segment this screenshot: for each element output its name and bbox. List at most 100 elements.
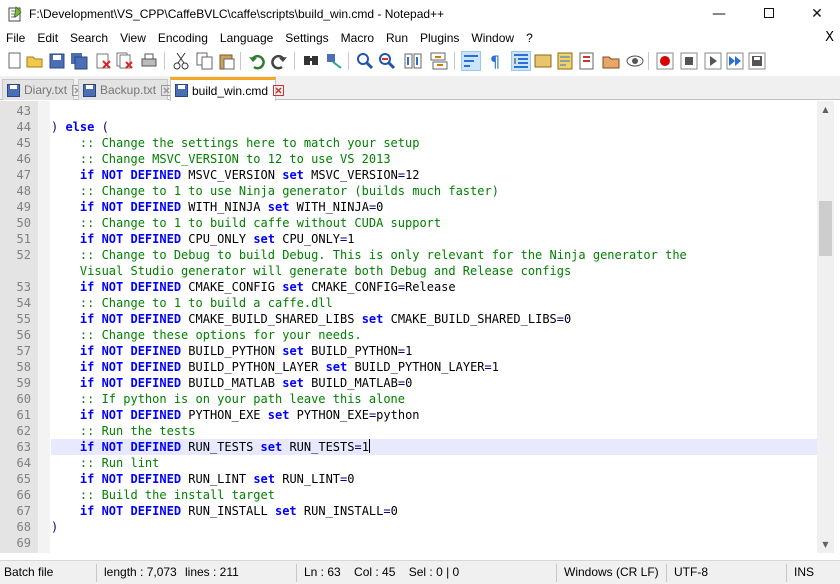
code-line[interactable]: if NOT DEFINED CMAKE_BUILD_SHARED_LIBS s… [51, 311, 571, 327]
code-line[interactable]: :: Change MSVC_VERSION to 12 to use VS 2… [51, 151, 391, 167]
code-line[interactable]: if NOT DEFINED CMAKE_CONFIG set CMAKE_CO… [51, 279, 456, 295]
line-number: 48 [16, 184, 31, 198]
code-line[interactable]: if NOT DEFINED CPU_ONLY set CPU_ONLY=1 [51, 231, 355, 247]
code-line[interactable]: :: Run the tests [51, 423, 196, 439]
find-icon[interactable] [302, 52, 320, 70]
menu-view[interactable]: View [114, 28, 152, 48]
menu-macro[interactable]: Macro [335, 28, 380, 48]
replace-icon[interactable] [325, 52, 343, 70]
text-token: 0 [405, 376, 413, 390]
tab-close-icon[interactable] [273, 85, 285, 96]
monitoring-icon[interactable] [626, 52, 644, 70]
close-icon[interactable] [94, 52, 112, 70]
code-line[interactable]: ) else ( [51, 119, 109, 135]
show-all-characters-icon[interactable]: ¶ [486, 52, 504, 70]
open-file-icon[interactable] [26, 52, 44, 70]
folder-workspace-icon[interactable] [602, 52, 620, 70]
play-macro-multiple-icon[interactable] [726, 52, 744, 70]
menu-window[interactable]: Window [465, 28, 520, 48]
line-number: 49 [16, 200, 31, 214]
save-icon[interactable] [48, 52, 66, 70]
status-encoding[interactable]: UTF-8 [670, 561, 708, 584]
fold-margin[interactable] [38, 101, 50, 553]
tab-diary-txt[interactable]: Diary.txt [2, 79, 84, 100]
save-macro-icon[interactable] [748, 52, 766, 70]
redo-icon[interactable] [270, 52, 288, 70]
toolbar: ¶ [0, 48, 840, 74]
code-line[interactable]: ) [51, 519, 58, 535]
text-token: MSVC_VERSION [303, 168, 398, 182]
code-line[interactable]: if NOT DEFINED BUILD_PYTHON_LAYER set BU… [51, 359, 499, 375]
code-line[interactable]: if NOT DEFINED WITH_NINJA set WITH_NINJA… [51, 199, 384, 215]
menu-plugins[interactable]: Plugins [414, 28, 465, 48]
function-list-icon[interactable] [578, 52, 596, 70]
current-code-line[interactable]: if NOT DEFINED RUN_TESTS set RUN_TESTS=1 [51, 439, 817, 455]
indent-guide-icon[interactable] [511, 51, 531, 71]
comment-token: Visual Studio generator will generate bo… [51, 264, 572, 278]
play-macro-icon[interactable] [704, 52, 722, 70]
code-line[interactable]: :: Change to Debug to build Debug. This … [51, 247, 687, 263]
word-wrap-icon[interactable] [461, 51, 481, 71]
menu-file[interactable]: File [0, 28, 31, 48]
copy-icon[interactable] [196, 52, 214, 70]
menu-language[interactable]: Language [214, 28, 279, 48]
minimize-button[interactable]: — [696, 0, 742, 28]
code-line[interactable]: :: Change the settings here to match you… [51, 135, 420, 151]
code-line[interactable]: :: Build the install target [51, 487, 275, 503]
keyword-token: set [274, 504, 297, 518]
close-window-button[interactable]: ✕ [794, 0, 840, 28]
sync-horizontal-icon[interactable] [430, 52, 448, 70]
zoom-out-icon[interactable] [378, 52, 396, 70]
code-line[interactable]: if NOT DEFINED PYTHON_EXE set PYTHON_EXE… [51, 407, 420, 423]
editor[interactable]: 43 44 45 46 47 48 49 50 51 52 53 54 55 56 57 58 59 60 61 62… [0, 101, 840, 553]
scroll-down-icon[interactable]: ▼ [817, 536, 834, 553]
vertical-scrollbar[interactable]: ▲ ▼ [817, 101, 834, 553]
menu-settings[interactable]: Settings [279, 28, 334, 48]
close-document-button[interactable]: X [825, 28, 834, 48]
code-line[interactable]: if NOT DEFINED BUILD_PYTHON set BUILD_PY… [51, 343, 412, 359]
scroll-up-icon[interactable]: ▲ [817, 101, 834, 118]
new-file-icon[interactable] [6, 52, 24, 70]
cut-icon[interactable] [172, 52, 190, 70]
keyword-token: set [282, 344, 304, 358]
code-line[interactable]: Visual Studio generator will generate bo… [51, 263, 571, 279]
status-eol[interactable]: Windows (CR LF) [560, 561, 659, 584]
code-line[interactable]: :: Change these options for your needs. [51, 327, 362, 343]
close-icon: ✕ [811, 6, 823, 22]
menu-help[interactable]: ? [520, 28, 539, 48]
tab-backup-txt[interactable]: Backup.txt [78, 79, 173, 100]
undo-icon[interactable] [248, 52, 266, 70]
code-line[interactable]: if NOT DEFINED BUILD_MATLAB set BUILD_MA… [51, 375, 412, 391]
zoom-in-icon[interactable] [356, 52, 374, 70]
code-line[interactable]: :: Run lint [51, 455, 159, 471]
stop-recording-icon[interactable] [680, 52, 698, 70]
save-all-icon[interactable] [70, 52, 88, 70]
code-line[interactable]: if NOT DEFINED RUN_LINT set RUN_LINT=0 [51, 471, 355, 487]
code-line[interactable]: :: If python is on your path leave this … [51, 391, 405, 407]
record-macro-icon[interactable] [656, 52, 674, 70]
code-line[interactable]: :: Change to 1 to use Ninja generator (b… [51, 183, 499, 199]
maximize-button[interactable] [746, 0, 792, 28]
menu-encoding[interactable]: Encoding [152, 28, 214, 48]
code-line[interactable]: :: Change to 1 to build a caffe.dll [51, 295, 333, 311]
tab-build-win-cmd[interactable]: build_win.cmd [170, 77, 285, 101]
code-line[interactable]: if NOT DEFINED MSVC_VERSION set MSVC_VER… [51, 167, 420, 183]
user-language-icon[interactable] [534, 52, 552, 70]
notepad-plus-plus-icon [7, 6, 23, 22]
status-bar: Batch file length : 7,073 lines : 211 Ln… [0, 560, 840, 584]
comment-token: :: Change to 1 to build a caffe.dll [51, 296, 333, 310]
scrollbar-thumb[interactable] [819, 201, 832, 256]
document-map-icon[interactable] [556, 52, 574, 70]
menu-edit[interactable]: Edit [31, 28, 64, 48]
code-line[interactable]: if NOT DEFINED RUN_INSTALL set RUN_INSTA… [51, 503, 398, 519]
menu-run[interactable]: Run [380, 28, 414, 48]
close-all-icon[interactable] [116, 52, 134, 70]
menu-bar: File Edit Search View Encoding Language Settin… [0, 28, 840, 48]
paste-icon[interactable] [218, 52, 236, 70]
line-number: 43 [16, 104, 31, 118]
print-icon[interactable] [140, 52, 158, 70]
menu-search[interactable]: Search [64, 28, 114, 48]
code-line[interactable]: :: Change to 1 to build caffe without CU… [51, 215, 441, 231]
keyword-token: if NOT DEFINED [79, 472, 182, 486]
sync-vertical-icon[interactable] [404, 52, 422, 70]
